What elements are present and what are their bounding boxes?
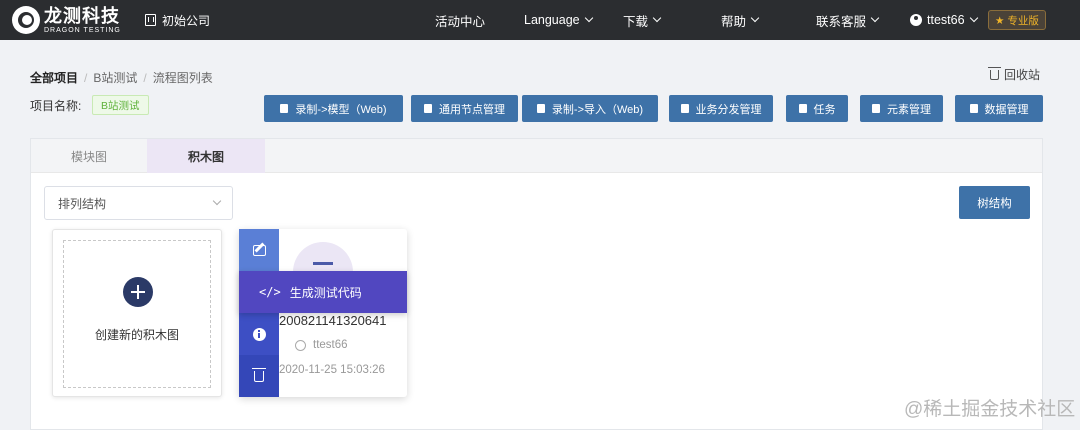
breadcrumb-project[interactable]: B站测试 bbox=[93, 71, 137, 85]
nav-activity-center[interactable]: 活动中心 bbox=[435, 0, 485, 40]
diagram-code: 200821141320641 bbox=[279, 313, 387, 328]
chevron-down-icon bbox=[750, 13, 760, 23]
create-block-diagram-card[interactable]: 创建新的积木图 bbox=[52, 229, 222, 397]
breadcrumb-current: 流程图列表 bbox=[152, 71, 213, 85]
code-icon: </> bbox=[259, 285, 281, 299]
nav-label: 联系客服 bbox=[816, 14, 867, 29]
generate-code-label: 生成测试代码 bbox=[289, 285, 362, 300]
logo-subtitle: DRAGON TESTING bbox=[44, 26, 121, 34]
sort-select[interactable]: 排列结构 bbox=[44, 186, 233, 220]
nav-language[interactable]: Language bbox=[524, 0, 593, 40]
chevron-down-icon bbox=[870, 13, 880, 23]
sort-select-value: 排列结构 bbox=[58, 196, 107, 211]
info-icon bbox=[252, 327, 266, 341]
chevron-down-icon bbox=[652, 13, 662, 23]
project-name-tag: B站测试 bbox=[92, 95, 149, 115]
upload-icon bbox=[536, 104, 545, 113]
building-icon bbox=[145, 14, 156, 26]
logo[interactable]: 龙测科技 DRAGON TESTING bbox=[12, 4, 121, 36]
watermark: @稀土掘金技术社区 bbox=[904, 399, 1076, 420]
puzzle-icon bbox=[872, 104, 880, 113]
breadcrumb: 全部项目 / B站测试 / 流程图列表 bbox=[30, 71, 213, 85]
button-label: 数据管理 bbox=[984, 103, 1029, 116]
button-label: 元素管理 bbox=[887, 103, 931, 116]
nav-download[interactable]: 下载 bbox=[623, 0, 662, 40]
top-navbar: 龙测科技 DRAGON TESTING 初始公司 活动中心 Language 下… bbox=[0, 0, 1080, 40]
diagram-card[interactable]: 200821141320641 ttest66 2020-11-25 15:03… bbox=[239, 229, 407, 397]
record-to-import-button[interactable]: 录制->导入（Web) bbox=[522, 95, 658, 122]
tab-block-diagram[interactable]: 积木图 bbox=[147, 139, 265, 173]
nav-label: 帮助 bbox=[721, 14, 747, 29]
user-menu[interactable]: ttest66 bbox=[910, 0, 978, 40]
data-management-button[interactable]: 数据管理 bbox=[955, 95, 1043, 122]
tree-structure-button[interactable]: 树结构 bbox=[959, 186, 1030, 219]
generate-test-code-button[interactable]: </> 生成测试代码 bbox=[239, 271, 407, 313]
button-label: 录制->导入（Web) bbox=[551, 103, 644, 116]
company-switcher[interactable]: 初始公司 bbox=[145, 0, 210, 40]
button-label: 任务 bbox=[813, 103, 836, 116]
logo-title: 龙测科技 bbox=[44, 5, 120, 26]
button-label: 录制->模型（Web) bbox=[295, 103, 387, 116]
recycle-bin-link[interactable]: 回收站 bbox=[988, 66, 1041, 83]
copy-icon bbox=[798, 104, 807, 113]
plus-icon bbox=[123, 277, 153, 307]
chevron-down-icon bbox=[212, 196, 222, 206]
trash-icon bbox=[252, 367, 266, 382]
user-avatar-icon bbox=[295, 339, 306, 351]
user-icon bbox=[910, 14, 922, 26]
edit-button[interactable] bbox=[239, 229, 279, 271]
diagram-timestamp: 2020-11-25 15:03:26 bbox=[279, 364, 385, 376]
create-card-dropzone: 创建新的积木图 bbox=[63, 240, 211, 388]
database-icon bbox=[969, 104, 978, 113]
nav-label: 下载 bbox=[623, 14, 649, 29]
breadcrumb-all-projects[interactable]: 全部项目 bbox=[30, 71, 78, 85]
button-label: 通用节点管理 bbox=[439, 103, 505, 116]
delete-button[interactable] bbox=[239, 355, 279, 397]
nav-label: Language bbox=[524, 13, 580, 27]
file-icon bbox=[424, 104, 432, 113]
project-name-label: 项目名称: bbox=[30, 99, 82, 113]
common-node-management-button[interactable]: 通用节点管理 bbox=[411, 95, 518, 122]
tab-bar: 模块图 积木图 bbox=[31, 139, 1042, 173]
card-action-bar bbox=[239, 229, 279, 397]
button-label: 业务分发管理 bbox=[695, 103, 762, 116]
main-panel: 模块图 积木图 排列结构 树结构 创建新的积木图 200821141320641… bbox=[30, 138, 1043, 430]
tab-module-diagram[interactable]: 模块图 bbox=[31, 139, 147, 173]
business-distribution-button[interactable]: 业务分发管理 bbox=[669, 95, 773, 122]
username: ttest66 bbox=[927, 13, 965, 27]
owner-name: ttest66 bbox=[313, 339, 348, 351]
element-management-button[interactable]: 元素管理 bbox=[860, 95, 943, 122]
task-button[interactable]: 任务 bbox=[786, 95, 848, 122]
chevron-down-icon bbox=[969, 13, 978, 23]
chevron-down-icon bbox=[584, 13, 593, 23]
create-card-label: 创建新的积木图 bbox=[94, 328, 179, 342]
recycle-bin-label: 回收站 bbox=[1004, 68, 1041, 82]
nav-label: 活动中心 bbox=[435, 14, 486, 29]
diagram-owner: ttest66 bbox=[295, 339, 348, 351]
edit-icon bbox=[252, 244, 266, 256]
company-name: 初始公司 bbox=[162, 13, 211, 28]
diagram-thumbnail bbox=[293, 242, 353, 272]
tab-label: 模块图 bbox=[70, 149, 107, 164]
tab-label: 积木图 bbox=[187, 149, 224, 164]
copy-icon bbox=[680, 104, 689, 113]
nav-customer-service[interactable]: 联系客服 bbox=[816, 0, 880, 40]
logo-mark-icon bbox=[12, 6, 40, 34]
trash-icon bbox=[988, 66, 1001, 80]
info-button[interactable] bbox=[239, 313, 279, 355]
upload-icon bbox=[280, 104, 289, 113]
pro-badge: ★ 专业版 bbox=[988, 10, 1046, 30]
nav-help[interactable]: 帮助 bbox=[721, 0, 760, 40]
record-to-model-button[interactable]: 录制->模型（Web) bbox=[264, 95, 403, 122]
